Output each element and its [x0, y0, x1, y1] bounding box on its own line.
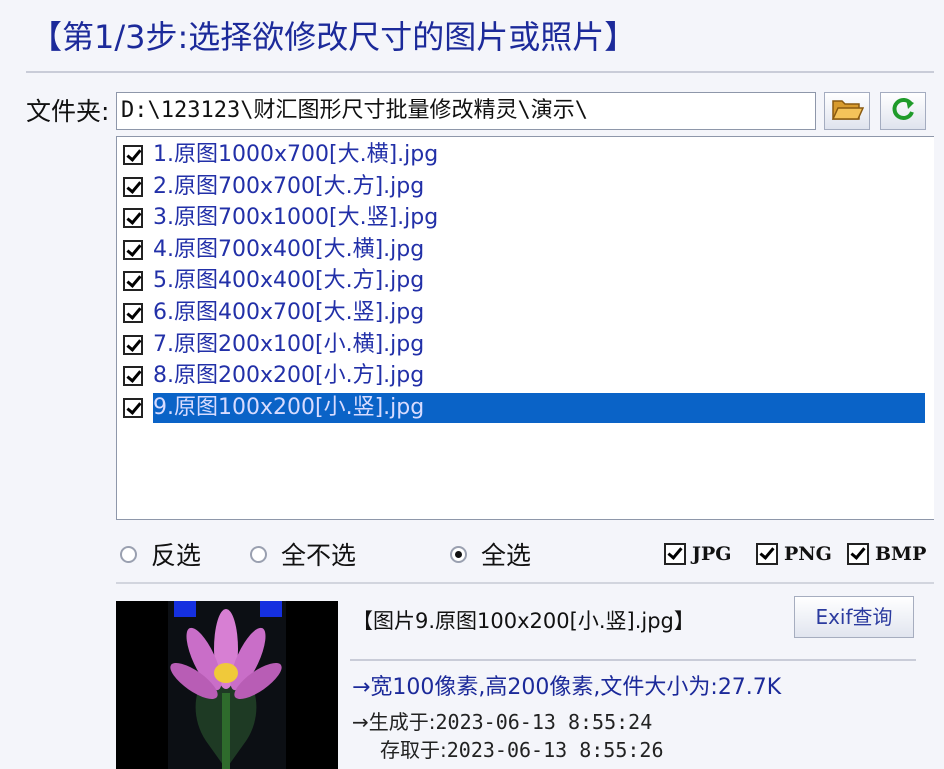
created-value: 2023-06-13 8:55:24: [435, 710, 653, 734]
accessed-time: 存取于:2023-06-13 8:55:26: [380, 736, 664, 764]
image-preview: [116, 601, 338, 769]
invert-selection-radio[interactable]: 反选: [120, 534, 201, 574]
step-title: 【第1/3步:选择欲修改尺寸的图片或照片】: [30, 18, 637, 56]
folder-path-input[interactable]: D:\123123\财汇图形尺寸批量修改精灵\演示\: [116, 92, 816, 130]
file-list-item[interactable]: 5.原图400x400[大.方].jpg: [123, 266, 428, 296]
png-label: PNG: [784, 543, 832, 565]
file-checkbox[interactable]: [123, 334, 143, 355]
file-name: 7.原图200x100[小.横].jpg: [153, 331, 425, 357]
file-name: 2.原图700x700[大.方].jpg: [153, 173, 425, 199]
file-name: 5.原图400x400[大.方].jpg: [153, 268, 425, 294]
file-checkbox[interactable]: [123, 366, 143, 387]
file-list-item[interactable]: 6.原图400x700[大.竖].jpg: [123, 298, 428, 328]
exif-query-button[interactable]: Exif查询: [794, 596, 914, 638]
accessed-value: 2023-06-13 8:55:26: [446, 738, 664, 762]
select-none-radio[interactable]: 全不选: [250, 534, 356, 574]
select-all-radio-dot[interactable]: [450, 545, 467, 563]
invert-radio-dot[interactable]: [120, 545, 137, 563]
open-folder-button[interactable]: [824, 92, 870, 130]
file-list-item[interactable]: 7.原图200x100[小.横].jpg: [123, 330, 428, 360]
file-name: 6.原图400x700[大.竖].jpg: [153, 300, 425, 325]
select-all-label: 全选: [481, 541, 532, 570]
file-checkbox[interactable]: [123, 397, 143, 418]
file-list-item[interactable]: 9.原图100x200[小.竖].jpg: [123, 392, 925, 423]
file-checkbox[interactable]: [123, 208, 143, 229]
invert-label: 反选: [151, 541, 202, 570]
bmp-label: BMP: [875, 543, 927, 565]
created-time: →生成于:2023-06-13 8:55:24: [352, 708, 652, 736]
file-list-item[interactable]: 1.原图1000x700[大.横].jpg: [123, 140, 442, 170]
file-list-item[interactable]: 8.原图200x200[小.方].jpg: [123, 361, 428, 391]
created-label: →生成于:: [352, 710, 436, 734]
select-all-radio[interactable]: 全选: [450, 534, 531, 574]
file-name: 3.原图700x1000[大.竖].jpg: [153, 205, 439, 231]
png-filter-checkbox[interactable]: PNG: [756, 540, 832, 568]
refresh-icon: [889, 95, 917, 127]
file-checkbox[interactable]: [123, 303, 143, 323]
file-checkbox[interactable]: [123, 176, 143, 197]
jpg-checkbox[interactable]: [664, 543, 686, 565]
folder-open-icon: [830, 95, 865, 127]
png-checkbox[interactable]: [756, 543, 778, 565]
file-list[interactable]: 1.原图1000x700[大.横].jpg 2.原图700x700[大.方].jp…: [116, 136, 934, 520]
image-caption: 【图片9.原图100x200[小.竖].jpg】: [352, 609, 695, 633]
image-summary: →宽100像素,高200像素,文件大小为:27.7K: [352, 675, 782, 700]
header-divider: [26, 71, 934, 73]
file-list-item[interactable]: 4.原图700x400[大.横].jpg: [123, 235, 428, 265]
file-name: 1.原图1000x700[大.横].jpg: [153, 142, 439, 167]
file-checkbox[interactable]: [123, 239, 143, 260]
select-none-radio-dot[interactable]: [250, 545, 267, 563]
file-name: 8.原图200x200[小.方].jpg: [153, 363, 425, 389]
accessed-label: 存取于:: [380, 738, 447, 762]
section-divider: [116, 582, 934, 584]
bmp-checkbox[interactable]: [847, 543, 869, 565]
refresh-button[interactable]: [880, 92, 926, 130]
info-divider: [350, 659, 916, 661]
file-checkbox[interactable]: [123, 145, 143, 165]
jpg-filter-checkbox[interactable]: JPG: [664, 540, 732, 568]
file-name: 9.原图100x200[小.竖].jpg: [153, 392, 925, 423]
file-list-item[interactable]: 2.原图700x700[大.方].jpg: [123, 172, 428, 202]
bmp-filter-checkbox[interactable]: BMP: [847, 540, 926, 568]
file-name: 4.原图700x400[大.横].jpg: [153, 236, 425, 262]
jpg-label: JPG: [692, 543, 732, 565]
file-list-item[interactable]: 3.原图700x1000[大.竖].jpg: [123, 203, 442, 233]
file-checkbox[interactable]: [123, 271, 143, 292]
select-none-label: 全不选: [281, 541, 357, 570]
folder-label: 文件夹:: [26, 97, 110, 126]
